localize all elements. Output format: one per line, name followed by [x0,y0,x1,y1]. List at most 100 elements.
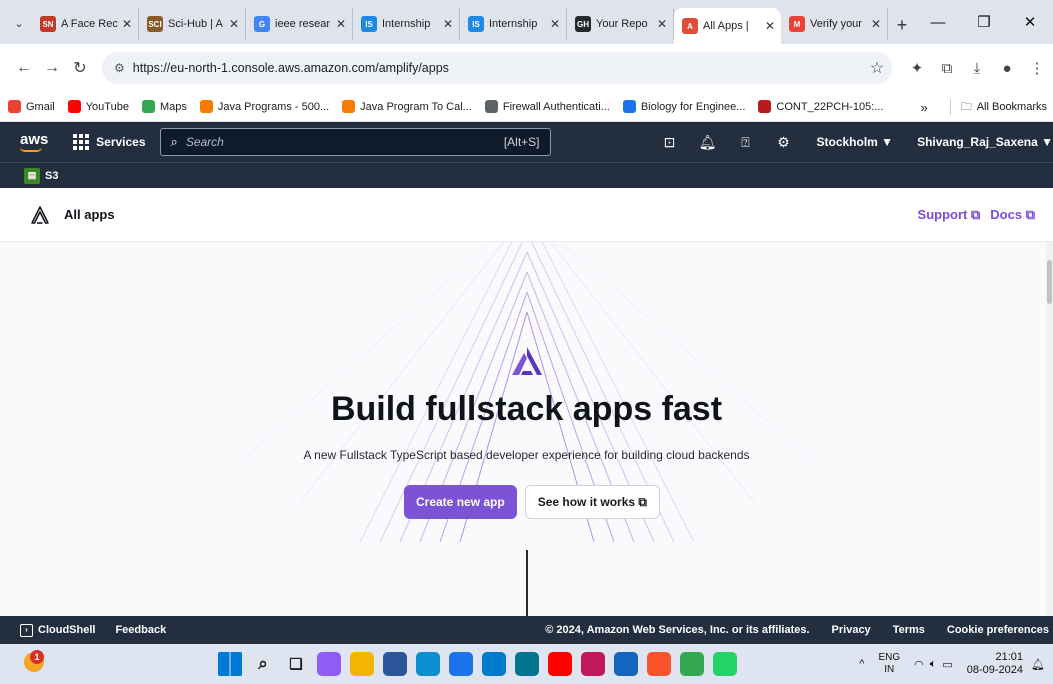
site-settings-icon[interactable]: ⚙ [114,61,125,75]
browser-tab[interactable]: IS Internship ✕ [353,8,460,40]
bookmarks-bar: Gmail YouTube Maps Java Programs - 500... Ja… [0,92,1053,122]
weather-widget-icon[interactable]: 1 [24,650,48,676]
bookmark-item[interactable]: Firewall Authenticati... [484,100,610,113]
tab-close-icon[interactable]: ✕ [657,17,667,31]
tab-close-icon[interactable]: ✕ [765,19,775,33]
support-link[interactable]: Support ⧉ [918,207,981,223]
wifi-icon[interactable]: ◠ [914,658,924,671]
bookmark-star-icon[interactable]: ☆ [862,58,892,78]
bookmarks-overflow-button[interactable]: » [920,100,927,115]
ms-store-icon[interactable] [383,652,407,676]
extension-icon[interactable]: ✦ [902,59,932,77]
download-icon[interactable]: ⤓ [962,60,992,77]
file-explorer-icon[interactable] [350,652,374,676]
help-links: Support ⧉ Docs ⧉ [908,188,1035,242]
settings-gear-icon[interactable]: ⚙ [765,134,803,151]
tab-search-chevron-icon[interactable]: ⌄ [6,8,32,38]
tab-close-icon[interactable]: ✕ [871,17,881,31]
copilot-icon[interactable] [317,652,341,676]
create-new-app-button[interactable]: Create new app [404,485,517,519]
cloudshell-button[interactable]: › CloudShell [20,623,95,637]
whatsapp-icon[interactable] [713,652,737,676]
browser-tab[interactable]: Gieee resear ✕ [246,8,353,40]
bookmark-item[interactable]: Gmail [8,100,55,113]
account-menu[interactable]: Shivang_Raj_Saxena ▼ [917,135,1053,149]
notification-bell-icon[interactable]: 🔔︎ [1031,658,1045,671]
browser-menu-icon[interactable]: ⋮ [1022,59,1052,77]
battery-icon[interactable]: ▭ [942,658,952,671]
aws-logo[interactable]: aws [0,132,55,152]
docs-link[interactable]: Docs ⧉ [990,207,1035,223]
copyright-text: © 2024, Amazon Web Services, Inc. or its… [545,624,810,636]
new-tab-plus-icon[interactable]: + [888,10,916,40]
intellij-icon[interactable] [581,652,605,676]
forward-arrow-icon[interactable]: → [38,59,66,77]
terms-link[interactable]: Terms [893,624,925,636]
services-menu-button[interactable]: Services [73,134,146,150]
bookmark-favicon-icon [758,100,772,113]
feedback-link[interactable]: Feedback [115,624,166,636]
tab-title: Internship [489,18,538,30]
mail-icon[interactable] [614,652,638,676]
volume-icon[interactable]: 🔈︎ [930,658,937,671]
cookie-preferences-link[interactable]: Cookie preferences [947,624,1049,636]
tab-favicon-icon: IS [361,16,377,32]
tab-close-icon[interactable]: ✕ [550,17,560,31]
tab-close-icon[interactable]: ✕ [229,17,239,31]
page-scrollbar[interactable] [1046,242,1053,616]
cloudshell-icon[interactable]: ⊡ [651,134,689,151]
bookmark-item[interactable]: Java Program To Cal... [342,100,472,113]
windows-taskbar: 1 ⌕ ❏ ^ ENG IN ◠ 🔈︎ ▭ 21:01 08-09-2024 🔔︎ [0,644,1053,684]
bookmark-item[interactable]: CONT_22PCH-105:... [758,100,883,113]
minimize-icon[interactable]: — [915,14,961,31]
favorites-bar: ▤ S3 [0,162,1053,188]
browser-tab[interactable]: SN A Face Rec ✕ [32,8,139,40]
bookmark-item[interactable]: Java Programs - 500... [199,100,329,113]
console-search-input[interactable]: ⌕ Search [Alt+S] [159,128,551,156]
see-how-it-works-button[interactable]: See how it works ⧉ [524,485,660,519]
tab-title: Internship [382,18,431,30]
vscode-icon[interactable] [482,652,506,676]
notifications-bell-icon[interactable]: 🔔︎ [689,134,727,151]
close-window-icon[interactable]: ✕ [1007,13,1053,31]
amplify-logo-icon[interactable] [30,205,50,225]
browser-tab[interactable]: SCI Sci-Hub | A ✕ [139,8,246,40]
extensions-puzzle-icon[interactable]: ⧉ [932,60,962,77]
address-bar[interactable]: ⚙ https://eu-north-1.console.aws.amazon.… [102,52,892,84]
chrome-icon[interactable] [680,652,704,676]
browser-tab[interactable]: M Verify your ✕ [781,8,888,40]
tab-close-icon[interactable]: ✕ [443,17,453,31]
region-selector[interactable]: Stockholm ▼ [817,135,894,149]
brave-icon[interactable] [647,652,671,676]
scrollbar-thumb[interactable] [1047,260,1052,304]
bookmark-item[interactable]: Biology for Enginee... [622,100,745,113]
privacy-link[interactable]: Privacy [832,624,871,636]
bookmark-item[interactable]: Maps [141,100,187,113]
browser-tab[interactable]: IS Internship ✕ [460,8,567,40]
restore-icon[interactable]: ❐ [961,13,1007,31]
favorite-service-s3[interactable]: ▤ S3 [24,167,58,184]
profile-avatar-icon[interactable]: ● [992,60,1022,77]
edge-icon[interactable] [416,652,440,676]
task-view-icon[interactable]: ❏ [284,652,308,676]
tab-list: SN A Face Rec ✕ SCI Sci-Hub | A ✕ Gieee resear… [32,8,888,44]
chatgpt-icon[interactable] [449,652,473,676]
youtube-icon[interactable] [548,652,572,676]
search-icon[interactable]: ⌕ [251,652,275,676]
back-arrow-icon[interactable]: ← [10,59,38,77]
windows-start-icon[interactable] [218,652,242,676]
browser-tab[interactable]: A All Apps | ✕ [674,8,781,44]
url-text[interactable]: https://eu-north-1.console.aws.amazon.co… [133,61,862,75]
help-icon[interactable]: ⍰ [727,134,765,151]
reload-icon[interactable]: ↻ [66,58,94,78]
search-shortcut-hint: [Alt+S] [503,135,540,149]
browser-tab[interactable]: GH Your Repo ✕ [567,8,674,40]
bookmark-item[interactable]: YouTube [67,100,129,113]
tray-chevron-icon[interactable]: ^ [859,658,864,670]
language-indicator[interactable]: ENG IN [878,652,900,676]
all-bookmarks-link[interactable]: All Bookmarks [977,101,1047,113]
tab-close-icon[interactable]: ✕ [122,17,132,31]
clock[interactable]: 21:01 08-09-2024 [967,651,1023,677]
tab-close-icon[interactable]: ✕ [336,17,346,31]
mysql-icon[interactable] [515,652,539,676]
